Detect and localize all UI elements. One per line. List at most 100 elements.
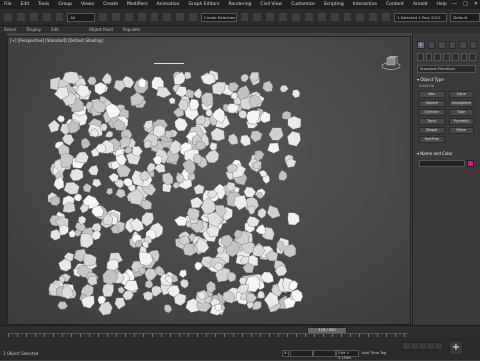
rock[interactable] [144, 279, 153, 289]
menu-item-scripting[interactable]: Scripting [324, 2, 344, 7]
rock[interactable] [168, 97, 176, 104]
rock[interactable] [163, 304, 173, 314]
rock[interactable] [140, 199, 152, 210]
rock[interactable] [287, 130, 301, 147]
rock[interactable] [262, 80, 274, 93]
menu-item-interactive[interactable]: Interactive [353, 2, 377, 7]
menu-item-group[interactable]: Group [58, 2, 72, 7]
cylinder-button[interactable]: Cylinder [419, 109, 445, 116]
rock[interactable] [91, 178, 102, 188]
rock[interactable] [227, 133, 239, 146]
rock[interactable] [226, 272, 237, 283]
rock[interactable] [58, 258, 72, 272]
rock[interactable] [82, 183, 92, 193]
menu-item-graph-editors[interactable]: Graph Editors [189, 2, 220, 7]
mirror-icon[interactable] [278, 12, 289, 22]
object-type-rollout[interactable]: ▾ Object Type [417, 77, 478, 82]
systems-icon[interactable] [469, 53, 477, 61]
torus-button[interactable]: Torus [419, 118, 445, 125]
geometry-icon[interactable] [417, 53, 424, 61]
snap-icon[interactable] [239, 12, 250, 22]
rock[interactable] [238, 277, 247, 285]
rock[interactable] [146, 162, 156, 173]
rock[interactable] [188, 98, 200, 111]
object-color-swatch[interactable] [467, 160, 474, 167]
motion-tab-icon[interactable] [448, 41, 456, 49]
rock[interactable] [190, 196, 204, 209]
align-icon[interactable] [291, 12, 301, 22]
bind-space-warp-icon[interactable] [54, 12, 65, 22]
rock[interactable] [162, 172, 174, 185]
rock[interactable] [115, 188, 126, 199]
rock[interactable] [266, 204, 281, 219]
scale-icon[interactable] [175, 12, 186, 22]
object-category-dropdown[interactable]: Standard Primitives [417, 65, 476, 73]
minimize-icon[interactable]: — [452, 1, 457, 7]
rock[interactable] [79, 232, 94, 249]
rock[interactable] [113, 80, 126, 92]
ribbon-tab-select[interactable]: Select [4, 27, 16, 32]
rock[interactable] [151, 285, 163, 297]
menu-item-rendering[interactable]: Rendering [228, 2, 251, 7]
render-icon[interactable] [381, 12, 392, 22]
rock[interactable] [254, 150, 265, 162]
material-editor-icon[interactable] [342, 12, 353, 22]
hierarchy-tab-icon[interactable] [438, 41, 446, 49]
window-crossing-icon[interactable] [136, 12, 147, 22]
render-setup-icon[interactable] [355, 12, 366, 22]
curve-editor-icon[interactable] [316, 12, 327, 22]
rock[interactable] [178, 269, 187, 279]
rock[interactable] [268, 127, 284, 141]
rock[interactable] [152, 155, 163, 166]
rock[interactable] [75, 151, 89, 164]
textplus-button[interactable]: TextPlus [419, 136, 445, 143]
rock[interactable] [174, 117, 188, 132]
angle-snap-icon[interactable] [252, 12, 263, 22]
helpers-icon[interactable] [451, 53, 459, 61]
autogrid-checkbox[interactable]: AutoGrid [419, 84, 474, 88]
close-icon[interactable]: ✕ [474, 1, 478, 7]
modify-tab-icon[interactable] [427, 41, 435, 49]
workspace-dropdown[interactable]: 1 Selected 1 Poly 2021 [394, 12, 448, 22]
rock[interactable] [87, 275, 98, 286]
box-button[interactable]: Box [419, 91, 445, 98]
rotate-icon[interactable] [162, 12, 173, 22]
tube-button[interactable]: Tube [448, 109, 474, 116]
plane-button[interactable]: Plane [448, 127, 474, 134]
named-selection-dropdown[interactable]: Create Selection Se [201, 12, 237, 22]
rock[interactable] [57, 301, 69, 310]
menu-item-arnold[interactable]: Arnold [413, 2, 428, 7]
menu-item-content[interactable]: Content [386, 2, 404, 7]
rock[interactable] [193, 184, 205, 195]
percent-snap-icon[interactable] [265, 12, 276, 22]
rock[interactable] [245, 292, 258, 304]
rock[interactable] [124, 146, 133, 154]
shapes-icon[interactable] [425, 53, 433, 61]
rock[interactable] [267, 142, 280, 154]
rock[interactable] [252, 300, 262, 310]
schematic-view-icon[interactable] [329, 12, 340, 22]
select-object-icon[interactable] [98, 12, 108, 22]
rock[interactable] [205, 149, 220, 164]
rock[interactable] [179, 278, 189, 289]
teapot-button[interactable]: Teapot [419, 127, 445, 134]
rock[interactable] [281, 110, 292, 120]
rect-select-icon[interactable] [123, 12, 134, 22]
y-coordinate-field[interactable] [313, 350, 336, 357]
rock[interactable] [141, 212, 155, 227]
rock[interactable] [278, 169, 288, 181]
menu-item-modifiers[interactable]: Modifiers [127, 2, 148, 7]
rock[interactable] [209, 142, 218, 152]
lights-icon[interactable] [434, 53, 442, 61]
menu-item-edit[interactable]: Edit [21, 2, 30, 7]
menu-item-customize[interactable]: Customize [291, 2, 315, 7]
rock[interactable] [250, 130, 263, 143]
utilities-tab-icon[interactable] [469, 41, 477, 49]
rock[interactable] [108, 172, 119, 183]
rock[interactable] [101, 72, 112, 85]
workspace-label[interactable]: Default [450, 12, 480, 22]
rock[interactable] [47, 119, 60, 133]
object-name-field[interactable] [419, 160, 465, 167]
perspective-viewport[interactable]: [+] [Perspective] [Standard] [Default Sh… [7, 36, 411, 325]
rock[interactable] [246, 215, 260, 228]
